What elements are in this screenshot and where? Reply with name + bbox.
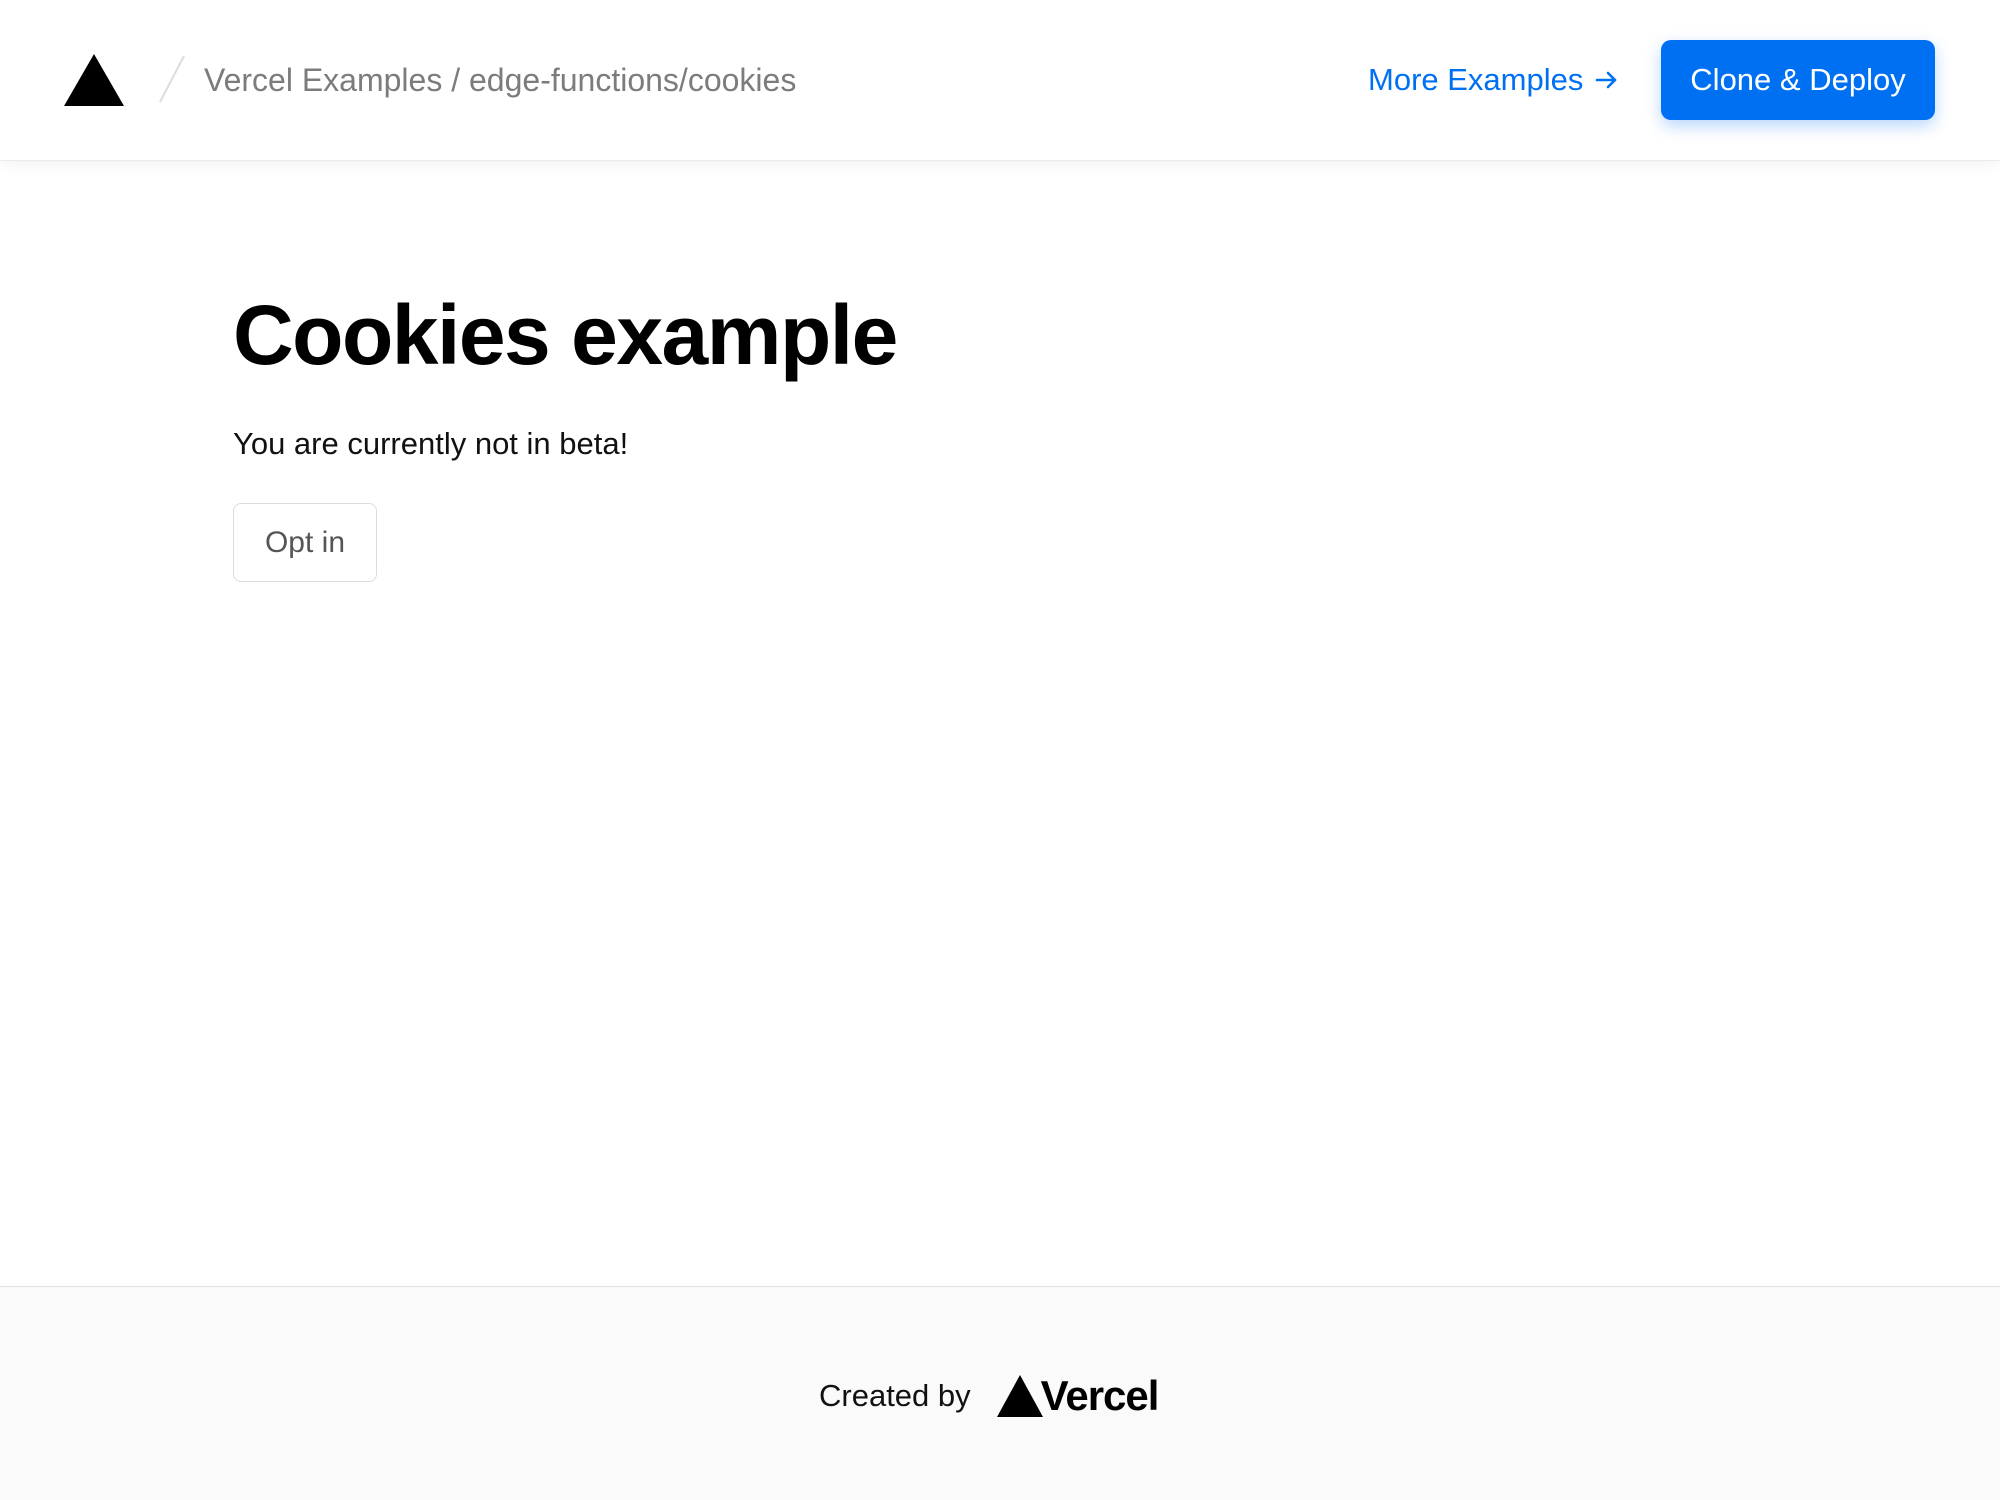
created-by-text: Created by (819, 1378, 971, 1413)
vercel-brand-link[interactable]: Vercel (996, 1371, 1160, 1421)
footer-credit: Created by Vercel (819, 1371, 1160, 1421)
footer: Created by Vercel (0, 1286, 2000, 1500)
breadcrumb: Vercel Examples / edge-functions/cookies (204, 62, 797, 98)
page: Vercel Examples / edge-functions/cookies… (0, 0, 2000, 1500)
vercel-wordmark: Vercel (1040, 1372, 1160, 1419)
more-examples-link[interactable]: More Examples (1368, 58, 1621, 102)
opt-in-button[interactable]: Opt in (233, 503, 377, 582)
main-content: Cookies example You are currently not in… (233, 280, 1733, 582)
clone-deploy-button[interactable]: Clone & Deploy (1661, 40, 1935, 120)
vercel-logo-icon[interactable] (64, 54, 124, 106)
more-examples-label: More Examples (1368, 62, 1584, 97)
arrow-right-icon (1596, 71, 1617, 89)
slash-divider-icon (159, 55, 185, 103)
beta-status-text: You are currently not in beta! (233, 426, 629, 461)
vercel-triangle-icon (996, 1375, 1043, 1417)
page-title: Cookies example (233, 288, 898, 382)
header: Vercel Examples / edge-functions/cookies… (0, 0, 2000, 161)
